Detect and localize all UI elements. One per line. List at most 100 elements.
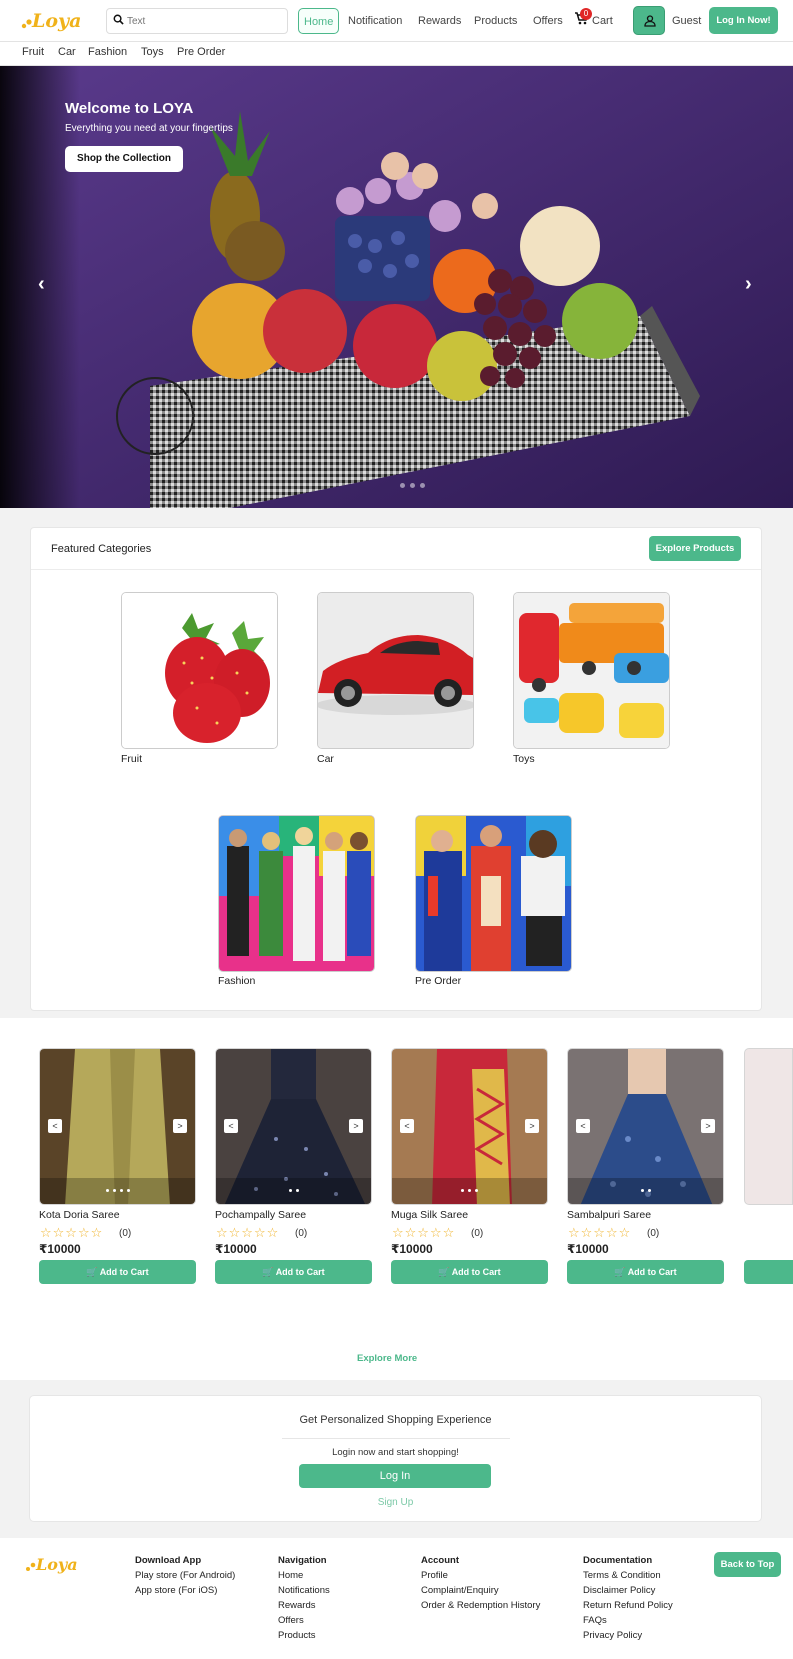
footer-logo[interactable]: Loya — [23, 1552, 83, 1576]
toys-image — [514, 593, 669, 748]
add-to-cart-button[interactable]: 🛒 Add to Cart — [391, 1260, 548, 1284]
category-link-fruit[interactable]: Fruit — [22, 46, 44, 58]
footer-link-order-history[interactable]: Order & Redemption History — [421, 1600, 540, 1611]
chevron-left-icon[interactable]: < — [224, 1119, 238, 1133]
category-tile-fruit[interactable] — [121, 592, 278, 749]
footer-link-offers[interactable]: Offers — [278, 1615, 304, 1626]
footer-link-appstore[interactable]: App store (For iOS) — [135, 1585, 217, 1596]
rating-count: (0) — [647, 1228, 660, 1239]
product-price: ₹10000 — [567, 1242, 609, 1256]
footer-link-profile[interactable]: Profile — [421, 1570, 448, 1581]
category-tile-preorder[interactable] — [415, 815, 572, 972]
search-icon — [113, 14, 124, 25]
footer-navigation-title: Navigation — [278, 1555, 327, 1566]
back-to-top-button[interactable]: Back to Top — [714, 1552, 781, 1577]
product-price: ₹10000 — [391, 1242, 433, 1256]
featured-header: Featured Categories Explore Products — [31, 528, 761, 570]
product-price: ₹10000 — [215, 1242, 257, 1256]
hero-next-arrow[interactable]: › — [745, 273, 752, 296]
footer-download-title: Download App — [135, 1555, 202, 1566]
personalized-subtitle: Login now and start shopping! — [332, 1447, 459, 1458]
footer-link-disclaimer[interactable]: Disclaimer Policy — [583, 1585, 655, 1596]
footer-link-refund[interactable]: Return Refund Policy — [583, 1600, 673, 1611]
footer-link-notifications[interactable]: Notifications — [278, 1585, 330, 1596]
explore-more-link[interactable]: Explore More — [357, 1353, 417, 1364]
product-image-carousel[interactable]: < > — [39, 1048, 196, 1205]
rating-count: (0) — [119, 1228, 132, 1239]
nav-cart[interactable]: Cart — [592, 8, 613, 34]
personalized-card: Get Personalized Shopping Experience Log… — [29, 1395, 762, 1522]
car-image — [318, 593, 473, 748]
carousel-dots[interactable] — [216, 1178, 371, 1204]
footer-link-rewards[interactable]: Rewards — [278, 1600, 316, 1611]
chevron-left-icon[interactable]: < — [400, 1119, 414, 1133]
footer-link-privacy[interactable]: Privacy Policy — [583, 1630, 642, 1641]
footer-link-products[interactable]: Products — [278, 1630, 316, 1641]
category-tile-car[interactable] — [317, 592, 474, 749]
search-input[interactable] — [127, 12, 282, 30]
category-link-car[interactable]: Car — [58, 46, 76, 58]
footer-link-terms[interactable]: Terms & Condition — [583, 1570, 661, 1581]
footer-account-title: Account — [421, 1555, 459, 1566]
hero-carousel-dots[interactable] — [400, 475, 430, 493]
carousel-dots[interactable] — [392, 1178, 547, 1204]
rating-count: (0) — [295, 1228, 308, 1239]
hero-prev-arrow[interactable]: ‹ — [38, 273, 45, 296]
product-name[interactable]: Muga Silk Saree — [391, 1209, 468, 1221]
product-name[interactable]: Pochampally Saree — [215, 1209, 306, 1221]
nav-notification[interactable]: Notification — [348, 8, 402, 34]
nav-home[interactable]: Home — [298, 8, 340, 34]
login-button[interactable]: Log In — [299, 1464, 491, 1488]
carousel-dots[interactable] — [40, 1178, 195, 1204]
star-icon: ☆☆☆☆☆ — [216, 1225, 280, 1240]
product-name[interactable]: Kota Doria Saree — [39, 1209, 120, 1221]
add-to-cart-button-partial[interactable] — [744, 1260, 793, 1284]
category-label-toys: Toys — [513, 753, 535, 765]
login-now-button[interactable]: Log In Now! — [709, 7, 778, 34]
carousel-dots[interactable] — [568, 1178, 723, 1204]
top-header: Loya Home Notification Rewards Products … — [0, 0, 793, 42]
fashion-image — [219, 816, 374, 971]
chevron-right-icon[interactable]: > — [173, 1119, 187, 1133]
explore-products-button[interactable]: Explore Products — [649, 536, 741, 561]
product-image-carousel[interactable]: < > — [215, 1048, 372, 1205]
category-label-car: Car — [317, 753, 334, 765]
category-link-toys[interactable]: Toys — [141, 46, 164, 58]
chevron-right-icon[interactable]: > — [701, 1119, 715, 1133]
star-icon: ☆☆☆☆☆ — [40, 1225, 104, 1240]
category-link-preorder[interactable]: Pre Order — [177, 46, 225, 58]
footer-link-complaint[interactable]: Complaint/Enquiry — [421, 1585, 499, 1596]
loya-logo[interactable]: Loya — [18, 6, 84, 34]
footer-link-faqs[interactable]: FAQs — [583, 1615, 607, 1626]
chevron-left-icon[interactable]: < — [48, 1119, 62, 1133]
product-name[interactable]: Sambalpuri Saree — [567, 1209, 651, 1221]
shop-collection-button[interactable]: Shop the Collection — [65, 146, 183, 172]
nav-rewards[interactable]: Rewards — [418, 8, 461, 34]
featured-title: Featured Categories — [51, 543, 152, 555]
search-box — [106, 8, 288, 34]
nav-products[interactable]: Products — [474, 8, 517, 34]
personalized-title: Get Personalized Shopping Experience — [299, 1414, 492, 1426]
footer-link-playstore[interactable]: Play store (For Android) — [135, 1570, 235, 1581]
footer-link-home[interactable]: Home — [278, 1570, 303, 1581]
add-to-cart-button[interactable]: 🛒 Add to Cart — [39, 1260, 196, 1284]
chevron-right-icon[interactable]: > — [349, 1119, 363, 1133]
product-image-carousel[interactable]: < > — [567, 1048, 724, 1205]
add-to-cart-button[interactable]: 🛒 Add to Cart — [215, 1260, 372, 1284]
chevron-left-icon[interactable]: < — [576, 1119, 590, 1133]
category-tile-toys[interactable] — [513, 592, 670, 749]
svg-text:Loya: Loya — [35, 1555, 78, 1574]
product-image-carousel[interactable]: < > — [391, 1048, 548, 1205]
nav-offers[interactable]: Offers — [533, 8, 563, 34]
chevron-right-icon[interactable]: > — [525, 1119, 539, 1133]
signup-link[interactable]: Sign Up — [30, 1497, 761, 1508]
category-link-fashion[interactable]: Fashion — [88, 46, 127, 58]
category-label-preorder: Pre Order — [415, 975, 462, 987]
add-to-cart-button[interactable]: 🛒 Add to Cart — [567, 1260, 724, 1284]
hero-subtitle: Everything you need at your fingertips — [65, 123, 233, 134]
hero-banner: Welcome to LOYA Everything you need at y… — [0, 66, 793, 508]
user-profile-button[interactable] — [633, 6, 665, 35]
user-icon — [644, 15, 656, 27]
product-card-partial[interactable] — [744, 1048, 793, 1205]
category-tile-fashion[interactable] — [218, 815, 375, 972]
